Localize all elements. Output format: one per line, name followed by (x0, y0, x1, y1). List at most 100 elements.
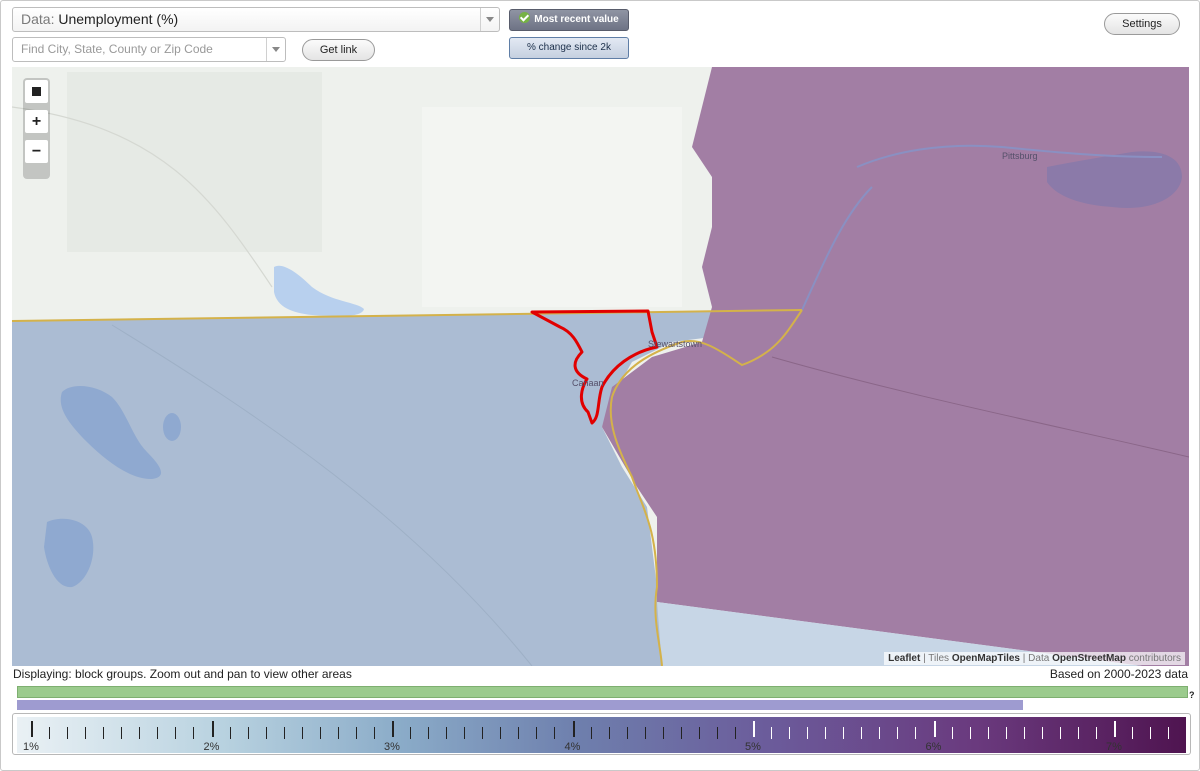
lake (163, 413, 181, 441)
legend-tick (554, 727, 556, 739)
percent-change-toggle[interactable]: % change since 2k (509, 37, 629, 59)
data-range-note: Based on 2000-2023 data (1049, 667, 1188, 681)
place-label: Canaan (572, 378, 604, 388)
fullscreen-icon (30, 85, 43, 98)
legend-tick (789, 727, 791, 739)
legend-tick (175, 727, 177, 739)
legend-tick (969, 727, 971, 739)
legend-label: 7% (1106, 741, 1122, 753)
legend-tick (771, 727, 773, 739)
place-label: Stewartstown (648, 339, 703, 349)
legend-tick (680, 727, 682, 739)
legend-tick (103, 727, 105, 739)
legend-tick (1041, 727, 1043, 739)
data-select-value: Unemployment (%) (58, 11, 179, 27)
place-label: Pittsburg (1002, 151, 1038, 161)
legend-tick (807, 727, 809, 739)
legend-tick (879, 727, 881, 739)
get-link-button[interactable]: Get link (302, 39, 375, 61)
zoom-in-button[interactable]: + (25, 110, 48, 133)
most-recent-label: Most recent value (534, 14, 619, 25)
search-input[interactable]: Find City, State, County or Zip Code (12, 37, 286, 62)
legend-tick (121, 727, 123, 739)
search-placeholder: Find City, State, County or Zip Code (21, 42, 213, 56)
legend-tick (897, 727, 899, 739)
legend-tick (951, 727, 953, 739)
attribution-text: contributors (1125, 653, 1181, 664)
data-select[interactable]: Data: Unemployment (%) (12, 7, 500, 32)
legend-tick (1168, 727, 1170, 739)
color-legend: 1% 2% 3% 4% 5% 6% 7% (12, 713, 1191, 755)
legend-tick (608, 727, 610, 739)
legend-label: 3% (384, 741, 400, 753)
legend-tick (861, 727, 863, 739)
legend-tick (139, 727, 141, 739)
legend-tick (49, 727, 51, 739)
legend-tick (85, 727, 87, 739)
cleared-area (422, 107, 682, 307)
legend-tick (626, 727, 628, 739)
zoom-controls: + − (23, 78, 50, 179)
legend-tick (572, 721, 575, 737)
osm-link[interactable]: OpenStreetMap (1052, 653, 1126, 664)
legend-label: 6% (925, 741, 942, 753)
tiles-link[interactable]: OpenMapTiles (952, 653, 1020, 664)
leaflet-link[interactable]: Leaflet (888, 653, 920, 664)
legend-tick (464, 727, 466, 739)
legend-tick (446, 727, 448, 739)
legend-tick (698, 727, 700, 739)
attribution-text: | Tiles (920, 653, 952, 664)
legend-tick (283, 727, 285, 739)
chevron-down-icon[interactable] (480, 8, 499, 31)
legend-tick (716, 727, 718, 739)
settings-button[interactable]: Settings (1104, 13, 1180, 35)
legend-tick (1095, 727, 1097, 739)
fullscreen-button[interactable] (25, 80, 48, 103)
legend-gradient: 1% 2% 3% 4% 5% 6% 7% (17, 717, 1186, 753)
legend-tick (301, 727, 303, 739)
legend-tick (753, 721, 755, 737)
legend-label: 2% (203, 741, 220, 753)
most-recent-toggle[interactable]: Most recent value (509, 9, 629, 31)
legend-tick (933, 721, 936, 737)
check-icon (519, 12, 531, 23)
legend-tick (392, 721, 394, 737)
legend-tick (67, 727, 69, 739)
legend-tick (193, 727, 195, 739)
legend-tick (265, 727, 267, 739)
zoom-out-button[interactable]: − (25, 140, 48, 163)
legend-tick (373, 727, 375, 739)
percent-change-label: % change since 2k (527, 42, 611, 53)
map-attribution: Leaflet | Tiles OpenMapTiles | Data Open… (884, 652, 1185, 665)
attribution-text: | Data (1020, 653, 1053, 664)
chevron-down-icon[interactable] (266, 38, 285, 61)
value-range-bar (17, 700, 1023, 710)
legend-tick (734, 727, 736, 739)
legend-label: 5% (745, 741, 761, 753)
data-select-prefix: Data: (21, 11, 55, 27)
legend-tick (1005, 727, 1007, 739)
legend-tick (428, 727, 430, 739)
legend-tick (536, 727, 538, 739)
legend-tick (1150, 727, 1152, 739)
legend-tick (319, 727, 321, 739)
legend-tick (518, 727, 520, 739)
time-range-bar[interactable] (17, 686, 1188, 698)
display-status: Displaying: block groups. Zoom out and p… (13, 667, 352, 681)
legend-tick (410, 727, 412, 739)
map-view[interactable]: Pittsburg Stewartstown Canaan + − Leafle… (12, 67, 1189, 666)
legend-tick (987, 727, 989, 739)
legend-tick (1077, 727, 1079, 739)
legend-tick (31, 721, 33, 737)
legend-tick (500, 727, 502, 739)
legend-tick (1059, 727, 1061, 739)
legend-tick (247, 727, 249, 739)
help-link[interactable]: ? (1189, 690, 1195, 700)
legend-label: 1% (23, 741, 39, 753)
legend-tick (229, 727, 231, 739)
legend-label: 4% (564, 741, 581, 753)
legend-tick (355, 727, 357, 739)
legend-tick (1023, 727, 1025, 739)
legend-tick (843, 727, 845, 739)
legend-tick (915, 727, 917, 739)
